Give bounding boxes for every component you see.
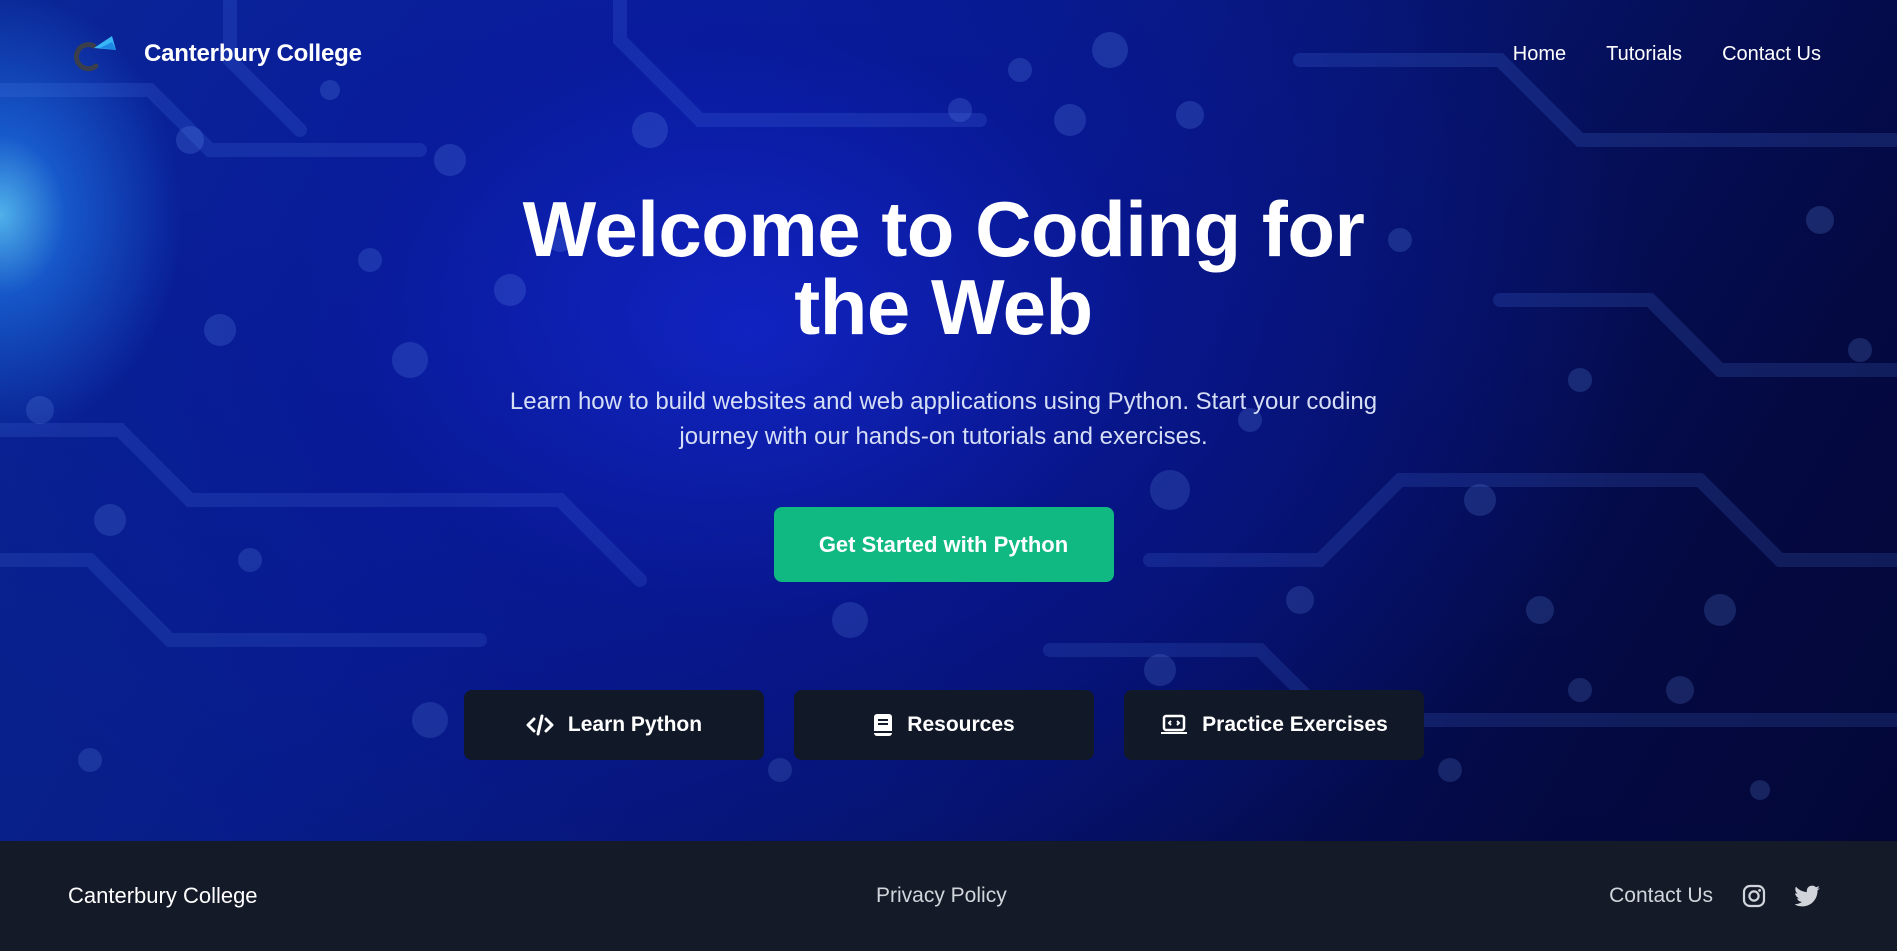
get-started-label: Get Started with Python bbox=[818, 531, 1069, 557]
resources-card[interactable]: Resources bbox=[794, 690, 1094, 760]
footer-brand: Canterbury College bbox=[68, 883, 258, 908]
hero-content: Welcome to Coding for the Web Learn how … bbox=[0, 190, 1887, 582]
get-started-button[interactable]: Get Started with Python bbox=[773, 507, 1114, 582]
learn-python-label: Learn Python bbox=[567, 713, 703, 736]
practice-exercises-label: Practice Exercises bbox=[1202, 713, 1388, 736]
brand-name[interactable]: Canterbury College bbox=[144, 40, 362, 68]
privacy-policy-link[interactable]: Privacy Policy bbox=[876, 884, 1007, 908]
resources-label: Resources bbox=[907, 713, 1015, 736]
hero-subtitle: Learn how to build websites and web appl… bbox=[509, 388, 1378, 450]
main-nav: Home Tutorials Contact Us bbox=[1513, 43, 1821, 66]
nav-home[interactable]: Home bbox=[1513, 43, 1566, 66]
feature-cards: Learn Python Resources Practice Exercise… bbox=[464, 690, 1424, 760]
top-navbar: Canterbury College Home Tutorials Contac… bbox=[0, 0, 1897, 108]
code-icon bbox=[526, 714, 554, 736]
twitter-icon[interactable] bbox=[1795, 883, 1821, 909]
nav-tutorials[interactable]: Tutorials bbox=[1606, 43, 1682, 66]
footer-contact-link[interactable]: Contact Us bbox=[1609, 884, 1713, 908]
laptop-code-icon bbox=[1160, 714, 1188, 736]
practice-exercises-card[interactable]: Practice Exercises bbox=[1124, 690, 1424, 760]
brand[interactable]: Canterbury College bbox=[72, 34, 362, 74]
site-footer: Canterbury College Privacy Policy Contac… bbox=[0, 841, 1897, 951]
nav-contact-us[interactable]: Contact Us bbox=[1722, 43, 1821, 66]
instagram-icon[interactable] bbox=[1741, 883, 1767, 909]
footer-right: Contact Us bbox=[1609, 883, 1821, 909]
learn-python-card[interactable]: Learn Python bbox=[464, 690, 764, 760]
college-logo-icon[interactable] bbox=[72, 34, 124, 74]
book-icon bbox=[873, 713, 893, 737]
hero-title: Welcome to Coding for the Web bbox=[522, 185, 1365, 351]
